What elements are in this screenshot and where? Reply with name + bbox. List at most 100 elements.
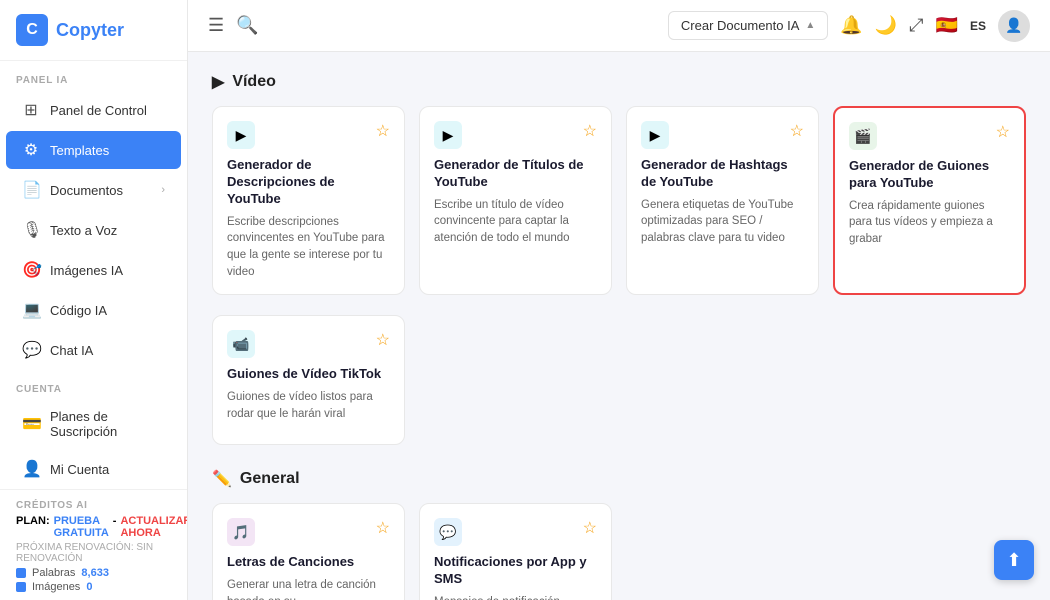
sidebar-item-cuenta[interactable]: 👤 Mi Cuenta [6, 450, 181, 488]
search-icon[interactable]: 🔍 [236, 15, 258, 36]
card-desc-youtube[interactable]: ▶ ☆ Generador de Descripciones de YouTub… [212, 106, 405, 295]
sidebar-credits: CRÉDITOS AI PLAN: PRUEBA GRATUITA - ACTU… [0, 489, 187, 600]
star-icon[interactable]: ☆ [376, 518, 390, 538]
sidebar-item-imagenes[interactable]: 🎯 Imágenes IA [6, 251, 181, 289]
card-top: 📹 ☆ [227, 330, 390, 358]
sidebar-item-label: Planes de Suscripción [50, 409, 165, 439]
chevron-up-icon: ▲ [805, 20, 815, 31]
image-icon: 🎯 [22, 260, 40, 280]
sidebar-item-label: Mi Cuenta [50, 462, 109, 477]
general-cards-grid: 🎵 ☆ Letras de Canciones Generar una letr… [212, 503, 1026, 600]
card-desc: Mensajes de notificación [434, 594, 597, 600]
sidebar-item-label: Panel de Control [50, 103, 147, 118]
images-dot [16, 582, 26, 592]
main-area: ☰ 🔍 Crear Documento IA ▲ 🔔 🌙 ⤢ 🇪🇸 ES 👤 ▶… [188, 0, 1050, 600]
star-icon[interactable]: ☆ [376, 121, 390, 141]
general-section: ✏️ General 🎵 ☆ Letras de Canciones Gener… [212, 469, 1026, 600]
card-titulos-youtube[interactable]: ▶ ☆ Generador de Títulos de YouTube Escr… [419, 106, 612, 295]
logo-icon: C [16, 14, 48, 46]
sidebar: C Copyter PANEL IA ⊞ Panel de Control ⚙ … [0, 0, 188, 600]
expand-icon[interactable]: ⤢ [909, 15, 923, 36]
card-guiones-tiktok[interactable]: 📹 ☆ Guiones de Vídeo TikTok Guiones de v… [212, 315, 405, 445]
general-section-label: General [240, 470, 300, 488]
star-icon[interactable]: ☆ [583, 518, 597, 538]
renewal-label: PRÓXIMA RENOVACIÓN: SIN RENOVACIÓN [16, 542, 171, 564]
plan-links: PLAN: PRUEBA GRATUITA - ACTUALIZAR AHORA [16, 515, 171, 539]
video-section-label: Vídeo [232, 73, 276, 91]
hamburger-icon[interactable]: ☰ [208, 15, 224, 36]
user-avatar[interactable]: 👤 [998, 10, 1030, 42]
card-music-icon: 🎵 [227, 518, 255, 546]
sidebar-item-label: Texto a Voz [50, 223, 117, 238]
scroll-top-icon: ⬆ [1006, 550, 1021, 571]
star-icon[interactable]: ☆ [583, 121, 597, 141]
card-title: Generador de Descripciones de YouTube [227, 157, 390, 208]
words-dot [16, 568, 26, 578]
words-credit-row: Palabras 8,633 [16, 567, 171, 579]
card-top: 🎵 ☆ [227, 518, 390, 546]
star-icon[interactable]: ☆ [376, 330, 390, 350]
video-section-icon: ▶ [212, 72, 224, 92]
words-label: Palabras [32, 567, 75, 579]
card-title: Guiones de Vídeo TikTok [227, 366, 390, 383]
plan-free-link[interactable]: PRUEBA GRATUITA [54, 515, 109, 539]
sidebar-item-label: Documentos [50, 183, 123, 198]
sidebar-item-texto[interactable]: 🎙 Texto a Voz [6, 211, 181, 249]
scroll-top-button[interactable]: ⬆ [994, 540, 1034, 580]
cuenta-label: CUENTA [0, 370, 187, 399]
sidebar-item-label: Imágenes IA [50, 263, 123, 278]
creditos-label: CRÉDITOS AI [16, 500, 171, 511]
flag-icon[interactable]: 🇪🇸 [936, 15, 958, 36]
logo-text: Copyter [56, 20, 124, 41]
topbar: ☰ 🔍 Crear Documento IA ▲ 🔔 🌙 ⤢ 🇪🇸 ES 👤 [188, 0, 1050, 52]
card-top: ▶ ☆ [434, 121, 597, 149]
sidebar-item-templates[interactable]: ⚙ Templates [6, 131, 181, 169]
sidebar-item-codigo[interactable]: 💻 Código IA [6, 291, 181, 329]
card-title: Notificaciones por App y SMS [434, 554, 597, 588]
general-section-title: ✏️ General [212, 469, 1026, 489]
card-hashtags-youtube[interactable]: ▶ ☆ Generador de Hashtags de YouTube Gen… [626, 106, 819, 295]
images-count: 0 [86, 581, 92, 593]
card-desc: Escribe un título de vídeo convincente p… [434, 197, 597, 247]
plan-label-text: PLAN: [16, 515, 50, 539]
templates-icon: ⚙ [22, 140, 40, 160]
star-icon[interactable]: ☆ [996, 122, 1010, 142]
images-credit-row: Imágenes 0 [16, 581, 171, 593]
card-top: ▶ ☆ [227, 121, 390, 149]
images-label: Imágenes [32, 581, 80, 593]
card-letras-canciones[interactable]: 🎵 ☆ Letras de Canciones Generar una letr… [212, 503, 405, 600]
card-desc: Genera etiquetas de YouTube optimizadas … [641, 197, 804, 247]
plan-separator: - [113, 515, 117, 539]
mic-icon: 🎙 [22, 220, 40, 240]
video-section-title: ▶ Vídeo [212, 72, 1026, 92]
card-top: 💬 ☆ [434, 518, 597, 546]
code-icon: 💻 [22, 300, 40, 320]
card-video-icon: ▶ [434, 121, 462, 149]
card-title: Generador de Hashtags de YouTube [641, 157, 804, 191]
video-cards-grid: ▶ ☆ Generador de Descripciones de YouTub… [212, 106, 1026, 295]
sidebar-item-documentos[interactable]: 📄 Documentos › [6, 171, 181, 209]
content-area: ▶ Vídeo ▶ ☆ Generador de Descripciones d… [188, 52, 1050, 600]
sidebar-item-chat[interactable]: 💬 Chat IA [6, 331, 181, 369]
words-count: 8,633 [81, 567, 109, 579]
sidebar-item-planes[interactable]: 💳 Planes de Suscripción [6, 400, 181, 448]
card-desc: Escribe descripciones convincentes en Yo… [227, 214, 390, 281]
plan-upgrade-link[interactable]: ACTUALIZAR AHORA [120, 515, 188, 539]
moon-icon[interactable]: 🌙 [875, 15, 897, 36]
card-chat-icon: 💬 [434, 518, 462, 546]
sidebar-item-panel[interactable]: ⊞ Panel de Control [6, 91, 181, 129]
grid-icon: ⊞ [22, 100, 40, 120]
card-video-icon: 🎬 [849, 122, 877, 150]
notification-bell-icon[interactable]: 🔔 [840, 15, 862, 36]
sidebar-item-label: Templates [50, 143, 109, 158]
sidebar-item-label: Chat IA [50, 343, 93, 358]
create-document-button[interactable]: Crear Documento IA ▲ [668, 11, 828, 40]
card-video-icon: 📹 [227, 330, 255, 358]
card-desc: Guiones de vídeo listos para rodar que l… [227, 389, 390, 422]
card-notificaciones-app[interactable]: 💬 ☆ Notificaciones por App y SMS Mensaje… [419, 503, 612, 600]
card-top: ▶ ☆ [641, 121, 804, 149]
card-top: 🎬 ☆ [849, 122, 1010, 150]
pencil-icon: ✏️ [212, 469, 232, 489]
star-icon[interactable]: ☆ [790, 121, 804, 141]
card-guiones-youtube[interactable]: 🎬 ☆ Generador de Guiones para YouTube Cr… [833, 106, 1026, 295]
